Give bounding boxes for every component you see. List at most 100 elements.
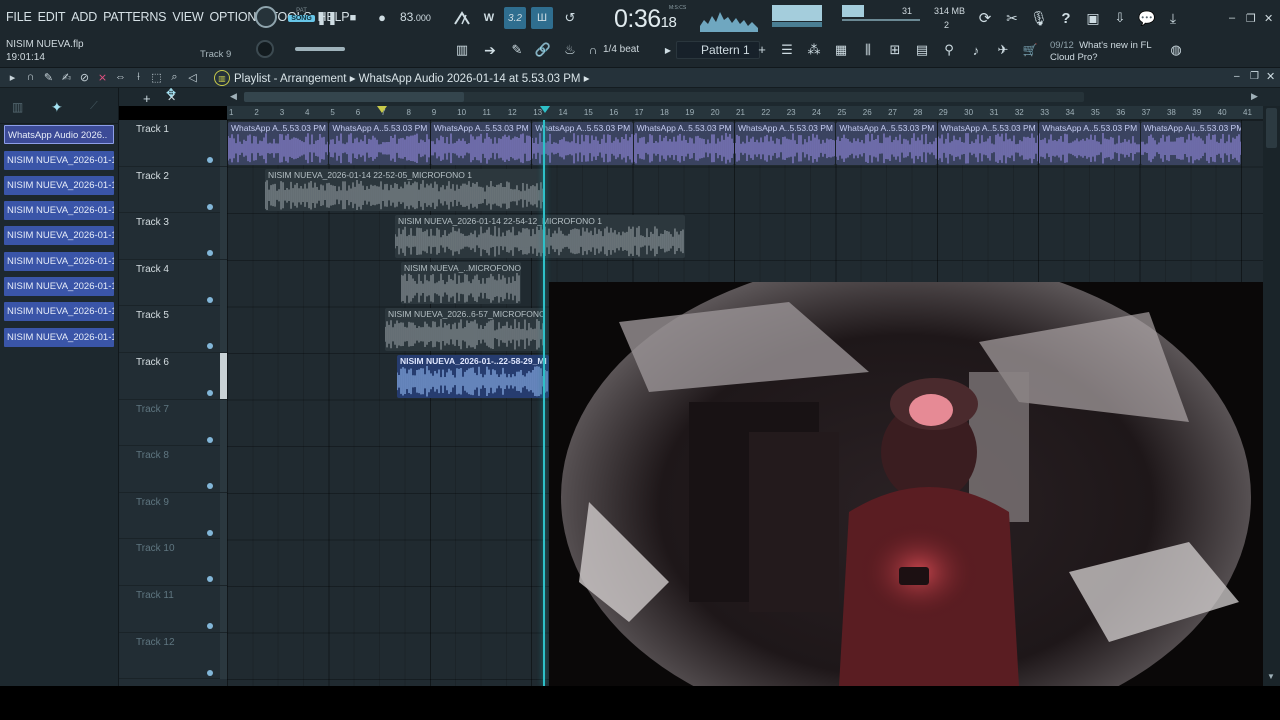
picker-clip[interactable]: NISIM NUEVA_2026-01-14.. [4,176,114,195]
track-color-strip[interactable] [220,632,227,679]
cut-icon[interactable]: ✂ [1002,8,1022,28]
track-header[interactable]: Track 9 [119,492,227,540]
link-icon[interactable]: 🔗 [533,41,553,59]
audio-clip[interactable]: NISIM NUEVA_2026-01-..22-58-29_MI [397,355,549,398]
track-color-strip[interactable] [220,353,227,399]
track-color-strip[interactable] [220,306,227,353]
track-mute-dot[interactable] [207,576,213,583]
save-icon[interactable]: ▣ [1083,8,1103,28]
menu-patterns[interactable]: PATTERNS [103,10,166,24]
tools-icon[interactable]: ✈ [993,41,1013,59]
picker-patterns-icon[interactable]: ▥ [12,100,23,114]
picker-clip[interactable]: NISIM NUEVA_2026-01-14.. [4,201,114,220]
playhead-marker[interactable] [540,106,550,113]
metronome-icon[interactable] [452,9,472,27]
playlist-menu-icon[interactable]: ▸ [6,71,19,84]
touch-keyboard-icon[interactable]: ♪ [966,41,986,59]
audio-clip[interactable]: NISIM NUEVA_..MICROFONO 1 [401,261,521,305]
track-mute-dot[interactable] [207,390,213,396]
track-header[interactable]: Track 12 [119,632,227,680]
piano-roll-icon[interactable]: ▥ [452,41,472,59]
pattern-prev-icon[interactable]: ▶ [662,43,674,57]
playlist-minimize-icon[interactable]: ‒ [1234,71,1240,82]
track-header[interactable]: Track 2 [119,166,227,214]
plugin-icon[interactable]: ⇩ [1110,8,1130,28]
track-header[interactable]: Track 4 [119,259,227,307]
playhead[interactable] [543,120,545,686]
scroll-down-icon[interactable]: ▼ [1267,672,1275,681]
scroll-right-icon[interactable]: ▶ [1251,91,1258,102]
audio-clip[interactable]: WhatsApp A..5.53.03 PM [532,122,633,165]
snap-icon[interactable]: ∩ [24,71,37,84]
track-header[interactable]: Track 3 [119,213,227,260]
picker-automation-icon[interactable]: ⟋ [90,100,98,113]
loop-record-icon[interactable]: ↺ [560,9,580,27]
picker-clip[interactable]: NISIM NUEVA_2026-01-14.. [4,328,114,347]
pat-song-toggle[interactable]: PAT SONG [288,8,315,30]
master-pitch-knob[interactable] [256,40,274,58]
add-pattern-icon[interactable]: + [756,42,768,57]
channel-rack-icon[interactable]: ⁂ [804,41,824,59]
track-mute-dot[interactable] [207,343,213,350]
news-panel[interactable]: 09/12 What's new in FL Cloud Pro? [1050,40,1152,64]
track-color-strip[interactable] [220,213,227,260]
track-color-strip[interactable] [220,492,227,539]
close-icon[interactable]: ✕ [1264,12,1273,25]
pattern-selector[interactable]: Pattern 1 [676,41,760,59]
audio-clip[interactable]: WhatsApp A..5.53.03 PM [228,122,329,165]
timeline-ruler[interactable]: 1 2 3 4 5 6 7 8 9 10 11 12 13 14 15 16 17 18 19 20 21 22 23 24 2… [227,106,1263,120]
add-track-icon[interactable]: + [143,91,151,106]
plugin-picker-icon[interactable]: ⚲ [939,41,959,59]
playlist-close-icon[interactable]: ✕ [1266,70,1275,83]
track-header[interactable]: Track 5 [119,306,227,353]
song-position-clock[interactable]: 0:3618 [614,5,677,34]
audio-clip[interactable]: WhatsApp A..5.53.03 PM [430,122,532,165]
pencil-icon[interactable]: ✎ [42,71,55,84]
slip-icon[interactable]: ⇔ [114,71,127,84]
stop-icon[interactable]: ■ [346,11,360,25]
audio-clip[interactable]: WhatsApp A..5.53.03 PM [937,122,1039,165]
picker-clip[interactable]: WhatsApp Audio 2026.. [4,125,114,144]
draw-tool-icon[interactable]: ✎ [507,41,527,59]
track-color-strip[interactable] [220,259,227,306]
playlist-restore-icon[interactable]: ❐ [1250,71,1259,82]
track-header[interactable]: Track 10 [119,539,227,586]
track-color-strip[interactable] [220,539,227,586]
microphone-icon[interactable]: 🎙 [1029,8,1049,28]
browser-icon[interactable]: ⊞ [885,41,905,59]
master-slider[interactable] [295,47,345,51]
picker-audio-icon[interactable]: ✦ [51,99,63,116]
paint-icon[interactable]: ✍ [60,71,73,84]
help-icon[interactable]: ? [1056,8,1076,28]
vertical-scrollbar-thumb[interactable] [1266,108,1277,148]
project-icon[interactable]: ▤ [912,41,932,59]
track-header[interactable]: Track 7 [119,399,227,447]
track-mute-dot[interactable] [207,203,213,210]
select-icon[interactable]: ⬚ [150,71,163,84]
track-mute-dot[interactable] [207,529,213,536]
audio-clip[interactable]: WhatsApp A..5.53.03 PM [329,122,430,165]
track-mute-dot[interactable] [207,483,213,490]
loop-marker[interactable] [377,106,387,113]
track-mute-dot[interactable] [207,250,213,257]
delete-icon[interactable]: ⊘ [78,71,91,84]
stamp-icon[interactable]: ♨ [560,41,580,59]
picker-clip[interactable]: NISIM NUEVA_2026-01-14.. [4,302,114,321]
track-header[interactable]: Track 11 [119,586,227,633]
minimize-icon[interactable]: ‒ [1229,12,1235,24]
audio-clip[interactable]: WhatsApp A..5.53.03 PM [735,122,836,165]
audio-clip[interactable]: WhatsApp A..5.53.03 PM [633,122,734,165]
audio-clip[interactable]: NISIM NUEVA_2026-01-14 22-52-05_MICROFON… [265,168,545,212]
track-color-strip[interactable] [220,120,227,166]
mute-icon[interactable]: ⨯ [96,71,109,84]
blend-notes-icon[interactable]: Ш [531,7,553,29]
picker-clip[interactable]: NISIM NUEVA_2026-01-14.. [4,277,114,296]
picker-clip[interactable]: NISIM NUEVA_2026-01-14.. [4,226,114,245]
arrow-right-icon[interactable]: ➔ [480,41,500,59]
track-mute-dot[interactable] [207,157,213,163]
slice-icon[interactable]: ⟊ [132,71,145,84]
audio-clip[interactable]: WhatsApp Au..5.53.03 PM [1140,122,1241,165]
countdown-icon[interactable]: 3.2 [504,7,526,29]
globe-icon[interactable]: ◍ [1166,41,1186,59]
mixer-icon[interactable]: ⫼ [858,41,878,59]
